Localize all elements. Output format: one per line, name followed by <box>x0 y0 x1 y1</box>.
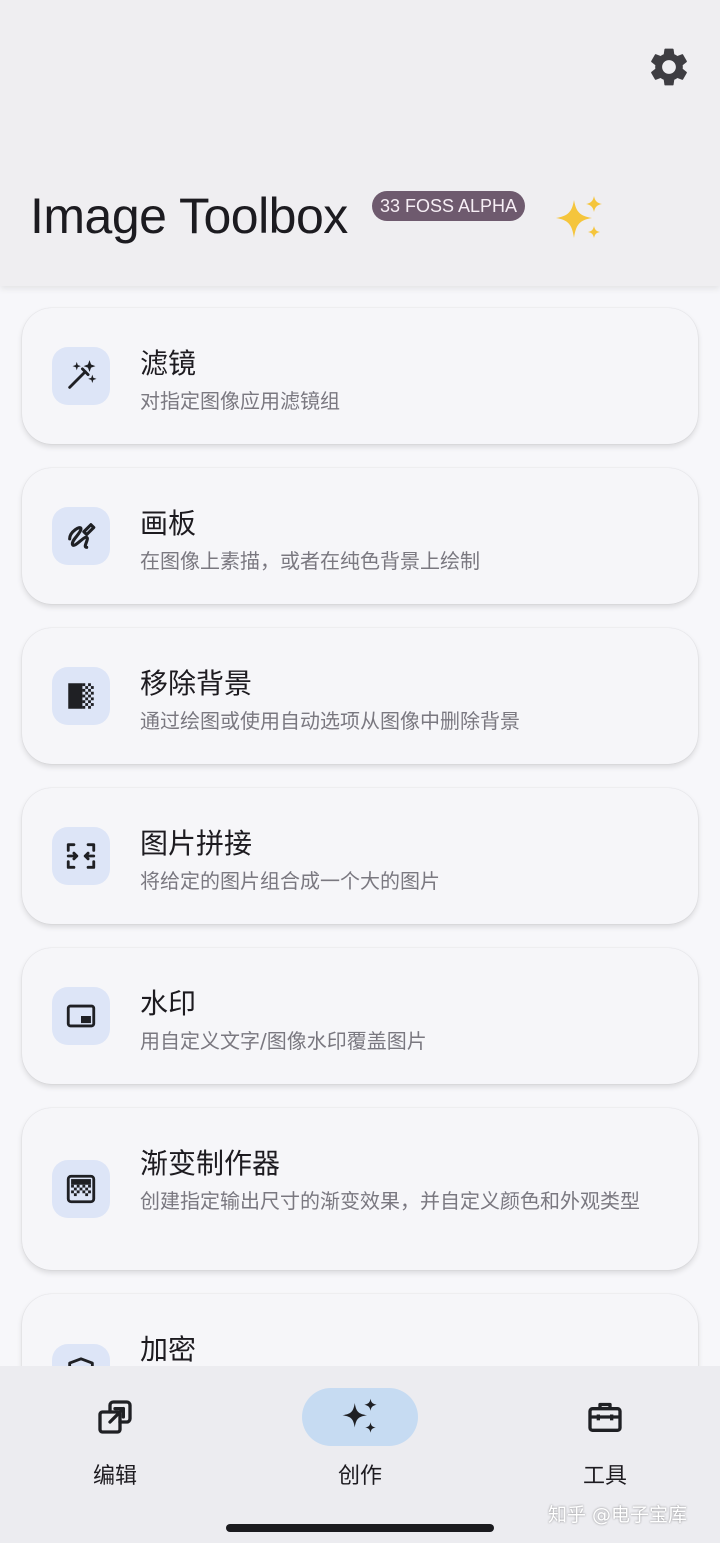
bottom-navigation: 编辑 创作 工具 知乎 @电子宝库 <box>0 1366 720 1543</box>
nav-item-create[interactable]: 创作 <box>280 1388 440 1489</box>
nav-indicator-active <box>302 1388 418 1446</box>
nav-label: 工具 <box>582 1464 627 1489</box>
tool-title: 渐变制作器 <box>140 1147 281 1180</box>
nav-item-edit[interactable]: 编辑 <box>35 1388 195 1489</box>
nav-item-tools[interactable]: 工具 <box>525 1388 685 1489</box>
home-indicator[interactable] <box>226 1524 494 1532</box>
tool-card-watermark[interactable]: 水印 用自定义文字/图像水印覆盖图片 <box>22 948 698 1084</box>
tool-description: 在图像上素描，或者在纯色背景上绘制 <box>140 549 480 573</box>
tool-icon-container <box>52 987 110 1045</box>
tool-card-draw[interactable]: 画板 在图像上素描，或者在纯色背景上绘制 <box>22 468 698 604</box>
transparency-icon <box>68 683 94 709</box>
magic-wand-icon <box>68 360 97 389</box>
tool-title: 加密 <box>140 1333 197 1366</box>
tool-icon-container <box>52 1160 110 1218</box>
draw-icon <box>68 523 96 549</box>
toolbox-icon <box>588 1402 622 1432</box>
app-title: Image Toolbox <box>30 188 348 244</box>
tool-title: 画板 <box>140 507 197 540</box>
gear-icon <box>651 48 687 86</box>
picture-in-picture-icon <box>66 1004 96 1028</box>
tool-description: 创建指定输出尺寸的渐变效果，并自定义颜色和外观类型 <box>140 1189 640 1213</box>
tool-card-filter[interactable]: 滤镜 对指定图像应用滤镜组 <box>22 308 698 444</box>
tool-icon-container <box>52 347 110 405</box>
tool-title: 移除背景 <box>140 667 253 700</box>
stitch-icon <box>66 843 96 869</box>
tool-description: 对指定图像应用滤镜组 <box>140 389 340 413</box>
tool-description: 将给定的图片组合成一个大的图片 <box>140 869 440 893</box>
tool-icon-container <box>52 667 110 725</box>
tool-description: 用自定义文字/图像水印覆盖图片 <box>140 1029 427 1053</box>
version-badge: 33 FOSS ALPHA <box>372 191 526 221</box>
nav-indicator <box>57 1388 173 1446</box>
shield-icon <box>68 1357 94 1366</box>
tool-title: 滤镜 <box>140 347 197 380</box>
tool-card-cipher[interactable]: 加密 <box>22 1294 698 1366</box>
gradient-icon <box>66 1174 96 1204</box>
edit-open-icon <box>98 1400 132 1434</box>
nav-label: 编辑 <box>92 1464 137 1489</box>
tool-card-image-stitch[interactable]: 图片拼接 将给定的图片组合成一个大的图片 <box>22 788 698 924</box>
tool-title: 水印 <box>140 987 197 1020</box>
tool-card-gradient-maker[interactable]: 渐变制作器 创建指定输出尺寸的渐变效果，并自定义颜色和外观类型 <box>22 1108 698 1270</box>
tool-icon-container <box>52 507 110 565</box>
tool-icon-container <box>52 1344 110 1366</box>
tool-list: 滤镜 对指定图像应用滤镜组 画板 在图像上素描，或者在纯色背景上绘制 移除背景 … <box>0 286 720 1366</box>
tool-description: 通过绘图或使用自动选项从图像中删除背景 <box>140 709 520 733</box>
screen: Image Toolbox 33 FOSS ALPHA 滤镜 对指定图像应用滤镜… <box>0 0 720 1543</box>
sparkles-icon <box>556 196 602 238</box>
tool-card-remove-background[interactable]: 移除背景 通过绘图或使用自动选项从图像中删除背景 <box>22 628 698 764</box>
tool-title: 图片拼接 <box>140 827 253 860</box>
settings-button[interactable] <box>640 38 698 96</box>
nav-label: 创作 <box>337 1464 382 1489</box>
top-app-bar: Image Toolbox 33 FOSS ALPHA <box>0 0 720 286</box>
tool-icon-container <box>52 827 110 885</box>
sparkles-icon <box>342 1398 377 1433</box>
nav-indicator <box>547 1388 663 1446</box>
watermark-text: 知乎 @电子宝库 <box>548 1504 688 1526</box>
